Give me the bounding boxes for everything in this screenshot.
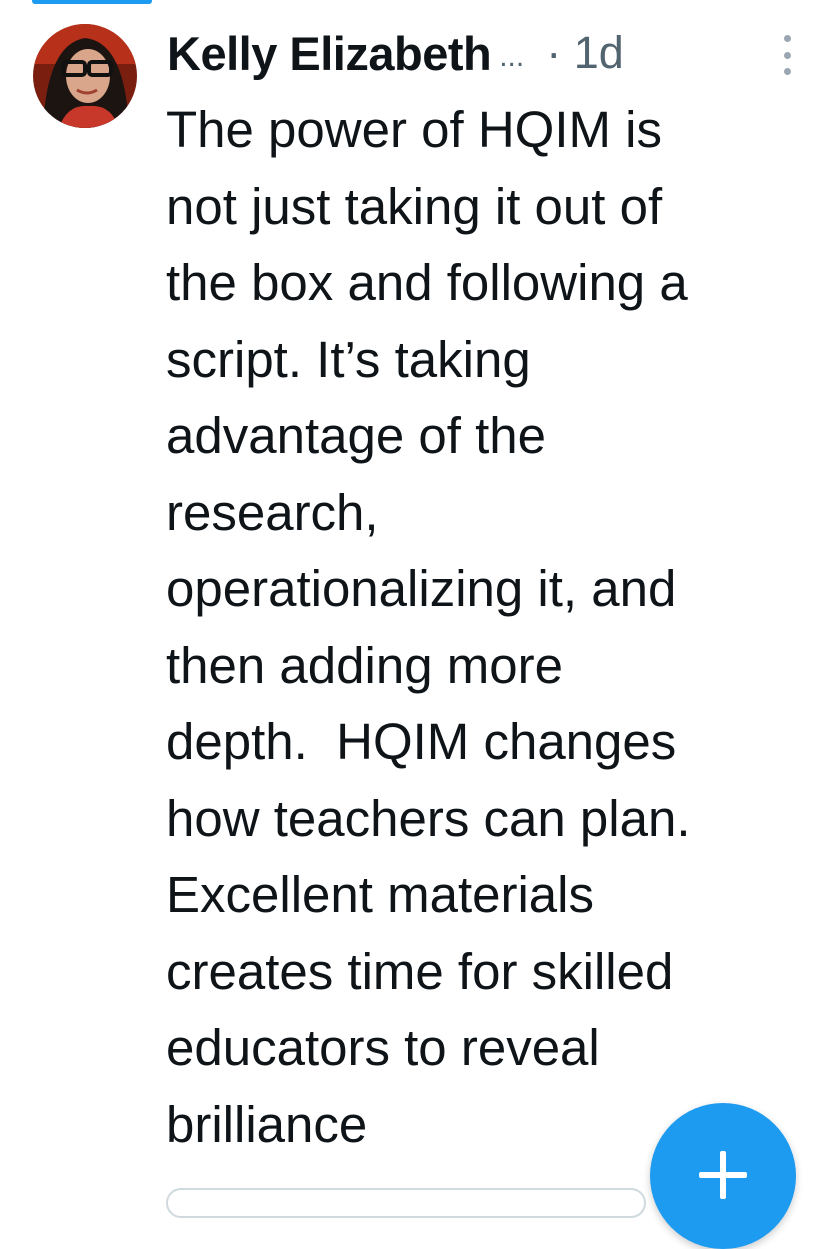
compose-button[interactable]	[650, 1103, 796, 1249]
tweet-header: Kelly Elizabeth ... · 1d	[167, 22, 826, 84]
reply-input-edge[interactable]	[166, 1188, 646, 1218]
more-vertical-icon	[783, 35, 791, 42]
avatar-image	[33, 24, 137, 128]
plus-icon	[699, 1151, 747, 1199]
more-options-button[interactable]	[780, 35, 794, 75]
author-name[interactable]: Kelly Elizabeth	[167, 26, 492, 81]
tweet-text: The power of HQIM is not just taking it …	[166, 101, 691, 1153]
name-truncation: ...	[499, 40, 525, 73]
top-accent-bar	[32, 0, 152, 4]
timestamp[interactable]: · 1d	[546, 27, 624, 79]
avatar[interactable]	[33, 24, 137, 128]
